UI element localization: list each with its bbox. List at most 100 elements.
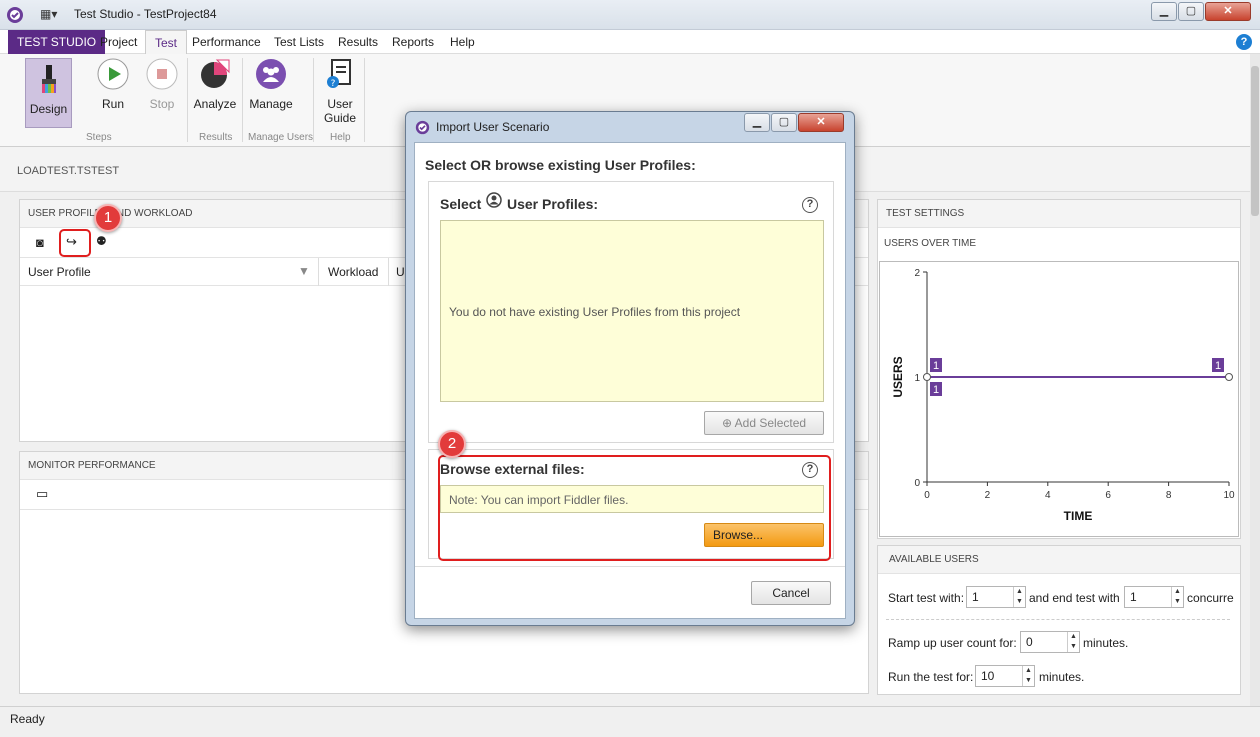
menu-help[interactable]: Help: [441, 30, 484, 54]
menu-reports[interactable]: Reports: [383, 30, 443, 54]
manage-button[interactable]: Manage: [248, 58, 294, 111]
end-users-stepper[interactable]: 1 ▲ ▼: [1124, 586, 1184, 608]
user-guide-label-line1: User: [327, 97, 353, 111]
menu-project[interactable]: Project: [91, 30, 146, 54]
add-selected-label: Add Selected: [734, 416, 807, 430]
status-bar: Ready: [0, 706, 1260, 737]
menu-test[interactable]: Test: [145, 30, 188, 54]
run-for-label: Run the test for:: [888, 670, 974, 684]
select-profiles-section: Select User Profiles: ? You do not have …: [428, 181, 834, 443]
ramp-up-stepper[interactable]: 0 ▲ ▼: [1020, 631, 1080, 653]
start-test-label: Start test with:: [888, 591, 965, 605]
col-workload[interactable]: Workload: [328, 265, 378, 279]
status-text: Ready: [10, 712, 45, 726]
annotation-label: 1: [933, 360, 939, 372]
menu-performance[interactable]: Performance: [183, 30, 270, 54]
users-icon: [256, 59, 286, 89]
col-partial[interactable]: U: [396, 265, 405, 279]
users-over-time-chart: 0 2 4 6 8 10 0 1 2 TIME USERS 1 1 1: [891, 268, 1235, 523]
add-selected-button[interactable]: ⊕ Add Selected: [704, 411, 824, 435]
title-bar: ▦▾ Test Studio - TestProject84 ▁ ▢ ✕: [0, 0, 1260, 30]
manage-users-group-label: Manage Users: [248, 132, 314, 143]
x-axis-title: TIME: [1064, 509, 1093, 523]
ribbon-separator: [242, 58, 243, 142]
ramp-minutes-label: minutes.: [1083, 636, 1129, 650]
dialog-title-bar: Import User Scenario ▁ ▢ ✕: [406, 112, 854, 142]
user-workload-icon[interactable]: ⚉: [96, 234, 107, 248]
svg-text:?: ?: [331, 79, 336, 89]
menu-results[interactable]: Results: [329, 30, 387, 54]
ramp-up-label: Ramp up user count for:: [888, 636, 1017, 650]
dialog-heading: Select OR browse existing User Profiles:: [425, 157, 696, 173]
quick-save-icon[interactable]: ▦▾: [40, 7, 57, 21]
dialog-title: Import User Scenario: [436, 120, 550, 134]
app-logo-icon: [415, 120, 430, 135]
user-profile-icon: [486, 192, 502, 208]
results-group-label: Results: [199, 132, 233, 143]
callout-1: 1: [94, 204, 122, 232]
end-users-value: 1: [1130, 590, 1137, 604]
record-icon[interactable]: ◙: [36, 235, 44, 250]
user-profiles-list[interactable]: You do not have existing User Profiles f…: [440, 220, 824, 402]
ribbon-separator: [187, 58, 188, 142]
col-user-profile[interactable]: User Profile: [28, 265, 91, 279]
x-tick-label: 4: [1045, 490, 1051, 501]
window-title: Test Studio - TestProject84: [74, 7, 217, 21]
stepper-arrows-icon[interactable]: ▲ ▼: [1067, 632, 1079, 652]
menu-test-lists[interactable]: Test Lists: [265, 30, 333, 54]
analyze-button[interactable]: Analyze: [192, 58, 238, 111]
stop-button[interactable]: Stop: [142, 58, 182, 111]
ribbon-separator: [313, 58, 314, 142]
minimize-button[interactable]: ▁: [1151, 2, 1177, 21]
monitor-icon[interactable]: ▭: [36, 486, 48, 502]
select-label: Select: [440, 196, 482, 212]
run-duration-value: 10: [981, 669, 995, 683]
test-settings-panel: TEST SETTINGS USERS OVER TIME 0 2 4 6 8 10 0 1 2…: [877, 199, 1241, 539]
run-duration-stepper[interactable]: 10 ▲ ▼: [975, 665, 1035, 687]
x-tick-label: 10: [1223, 490, 1235, 501]
y-axis-title: USERS: [891, 356, 905, 397]
stepper-arrows-icon[interactable]: ▲ ▼: [1013, 587, 1025, 607]
breadcrumb: LOADTEST.TSTEST: [17, 165, 120, 177]
steps-group-label: Steps: [86, 132, 112, 143]
start-users-value: 1: [972, 590, 979, 604]
start-users-stepper[interactable]: 1 ▲ ▼: [966, 586, 1026, 608]
divider: [886, 619, 1230, 620]
dialog-maximize-button[interactable]: ▢: [771, 113, 797, 132]
highlight-browse-section: [438, 455, 831, 561]
play-icon: [97, 58, 129, 90]
dialog-footer-divider: [415, 566, 845, 567]
scrollbar[interactable]: [1250, 54, 1260, 706]
run-button[interactable]: Run: [92, 58, 134, 111]
close-button[interactable]: ✕: [1205, 2, 1251, 21]
user-guide-button[interactable]: ? User Guide: [320, 58, 360, 125]
add-circle-icon: ⊕: [721, 416, 732, 430]
dialog-minimize-button[interactable]: ▁: [744, 113, 770, 132]
app-logo-icon: [7, 7, 23, 23]
select-help-icon[interactable]: ?: [802, 197, 818, 213]
stop-icon: [146, 58, 178, 90]
data-point: [923, 373, 931, 381]
cancel-button[interactable]: Cancel: [751, 581, 831, 605]
available-users-panel: AVAILABLE USERS Start test with: 1 ▲ ▼ and…: [877, 545, 1241, 695]
stepper-arrows-icon[interactable]: ▲ ▼: [1171, 587, 1183, 607]
users-over-time-label: USERS OVER TIME: [884, 238, 977, 249]
x-tick-label: 0: [924, 490, 930, 501]
scrollbar-thumb[interactable]: [1251, 66, 1259, 216]
paintbrush-icon: [41, 65, 56, 93]
x-tick-label: 2: [985, 490, 991, 501]
column-divider: [388, 258, 389, 286]
help-icon[interactable]: ?: [1236, 34, 1252, 50]
analyze-label: Analyze: [193, 97, 237, 111]
dialog-close-button[interactable]: ✕: [798, 113, 844, 132]
test-settings-header: TEST SETTINGS: [878, 200, 1240, 228]
design-label: Design: [29, 102, 68, 116]
user-guide-label-line2: Guide: [323, 111, 357, 125]
filter-icon[interactable]: ▼: [298, 264, 310, 278]
design-button[interactable]: Design: [25, 58, 72, 128]
stepper-arrows-icon[interactable]: ▲ ▼: [1022, 666, 1034, 686]
maximize-button[interactable]: ▢: [1178, 2, 1204, 21]
annotation-label: 1: [933, 384, 939, 396]
ribbon-separator: [364, 58, 365, 142]
available-users-header: AVAILABLE USERS: [878, 546, 1240, 574]
